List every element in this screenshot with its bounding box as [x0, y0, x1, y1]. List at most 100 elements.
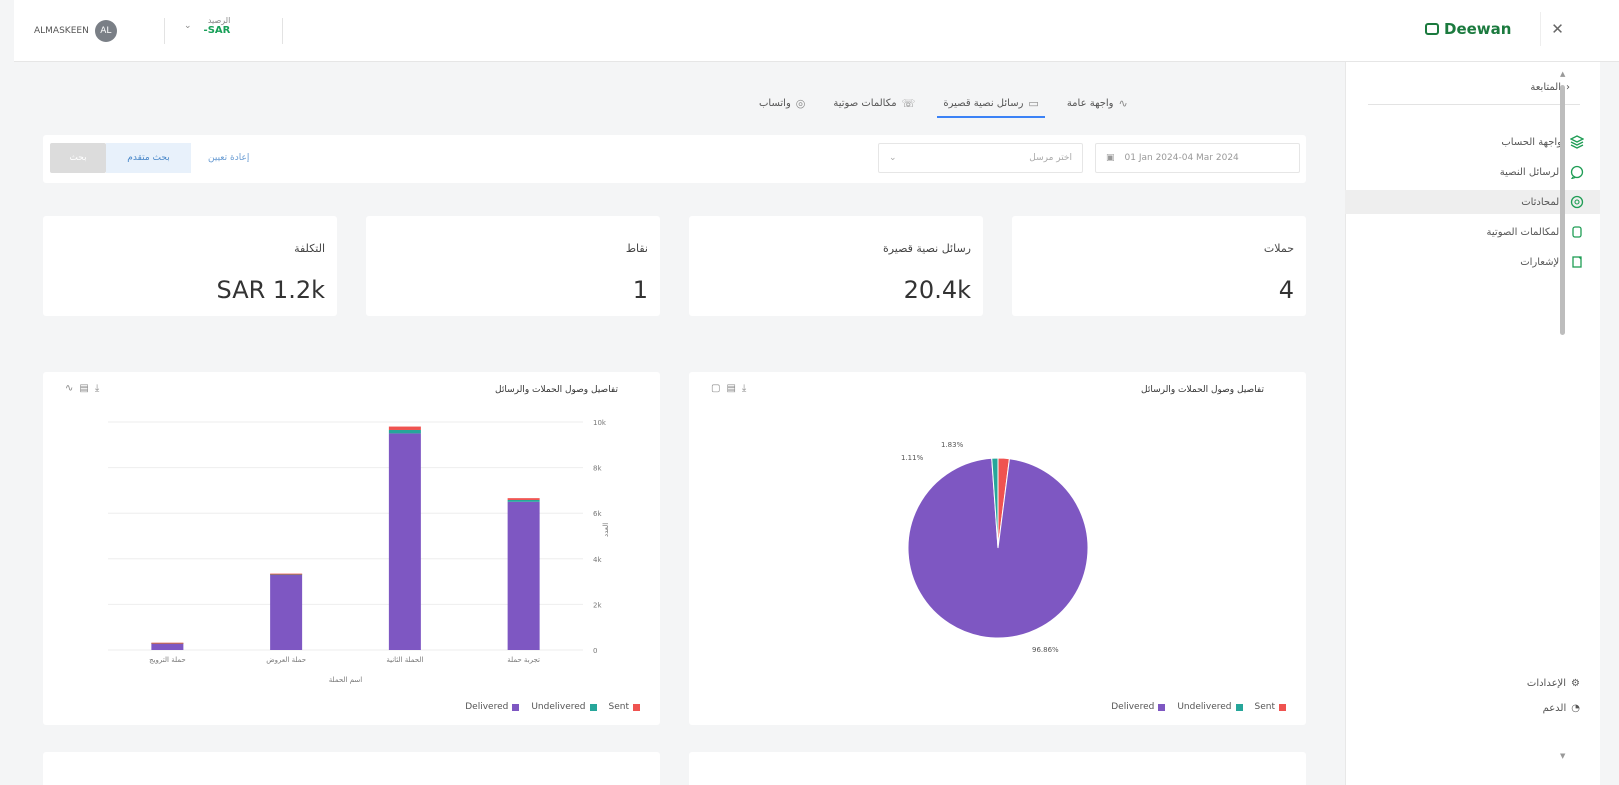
sidebar-item-voice[interactable]: المكالمات الصوتية — [1359, 220, 1584, 244]
tab-sms[interactable]: ▭ رسائل نصية قصيرة — [929, 90, 1052, 118]
tab-voice[interactable]: ☏ مكالمات صوتية — [819, 90, 929, 116]
channel-tabs: ∿ واجهة عامة ▭ رسائل نصية قصيرة ☏ مكالما… — [745, 90, 1142, 118]
tab-label: رسائل نصية قصيرة — [943, 97, 1024, 109]
legend-label: Delivered — [1111, 702, 1155, 712]
legend-item[interactable]: Delivered — [1111, 702, 1166, 712]
calendar-icon: ▣ — [1106, 153, 1115, 163]
chevron-left-icon: ‹ — [1566, 82, 1570, 93]
pie-label-undelivered: 1.11% — [901, 454, 924, 462]
stat-label: حملات — [1263, 242, 1294, 255]
chart-legend: Sent Undelivered Delivered — [1111, 702, 1286, 712]
document-icon — [1570, 255, 1584, 269]
close-button[interactable]: ✕ — [1540, 12, 1574, 46]
help-icon: ◔ — [1571, 703, 1580, 714]
back-label: المتابعة — [1530, 82, 1561, 93]
pie-label-sent: 1.83% — [941, 441, 964, 449]
legend-swatch — [1279, 703, 1286, 711]
avatar: AL — [94, 20, 117, 42]
filter-bar: بحث بحث متقدم إعادة تعيين ⌄ اختر مرسل ▣ … — [43, 135, 1306, 183]
legend-label: Sent — [1254, 702, 1275, 712]
legend-item[interactable]: Delivered — [465, 702, 520, 712]
settings-label: الإعدادات — [1526, 678, 1567, 689]
balance-widget[interactable]: ⌄ الرصيد -SAR — [184, 16, 230, 36]
deewan-logo-icon — [1425, 23, 1439, 35]
bar-undelivered — [507, 499, 540, 502]
advanced-search-button[interactable]: بحث متقدم — [106, 143, 191, 173]
reset-link[interactable]: إعادة تعيين — [208, 153, 249, 163]
x-tick-label: الحملة الثانية — [386, 656, 423, 664]
y-tick-label: 4k — [593, 556, 602, 564]
tab-overview[interactable]: ∿ واجهة عامة — [1053, 90, 1142, 116]
bar-sent — [388, 426, 421, 430]
brand-logo: Deewan — [1425, 20, 1511, 38]
legend-item[interactable]: Undelivered — [1177, 702, 1243, 712]
scrollbar-thumb[interactable] — [1560, 85, 1565, 335]
legend-label: Sent — [608, 702, 629, 712]
search-button[interactable]: بحث — [50, 143, 106, 173]
stat-value: 4 — [1278, 276, 1294, 304]
stat-card-campaigns: حملات 4 — [1012, 216, 1306, 316]
tab-whatsapp[interactable]: ◎ واتساب — [745, 90, 819, 116]
sidebar-item-notifications[interactable]: الإشعارات — [1359, 250, 1584, 274]
sidebar-item-label: المكالمات الصوتية — [1486, 226, 1562, 238]
tab-label: واجهة عامة — [1066, 97, 1114, 109]
brand-name: Deewan — [1444, 20, 1512, 38]
bar-chart-panel: ∿ ▤ ⤓ تفاصيل وصول الحملات والرسائل 0 2k 4k… — [43, 372, 660, 725]
stat-card-sms: رسائل نصية قصيرة 20.4k — [689, 216, 983, 316]
bar-delivered — [270, 574, 303, 650]
account-switcher[interactable]: ALMASKEEN AL — [34, 20, 117, 42]
scroll-up-arrow[interactable]: ▲ — [1560, 70, 1565, 78]
layers-icon — [1570, 135, 1584, 149]
support-label: الدعم — [1542, 703, 1567, 714]
x-tick-label: حملة الترويج — [149, 656, 186, 664]
pie-chart-panel: ▢ ▤ ⤓ تفاصيل وصول الحملات والرسائل 1.83%… — [689, 372, 1306, 725]
chat-bubble-icon — [1570, 165, 1584, 179]
bar-sent — [151, 642, 184, 644]
settings-link[interactable]: ⚙ الإعدادات — [1500, 678, 1580, 689]
balance-value: -SAR — [203, 25, 231, 36]
sidebar-nav: واجهة الحساب الرسائل النصية المحادثات ال… — [1345, 130, 1600, 280]
legend-swatch — [633, 703, 640, 711]
chevron-down-icon: ⌄ — [184, 21, 192, 31]
sms-icon: ▭ — [1028, 96, 1039, 110]
sidebar-item-dashboard[interactable]: واجهة الحساب — [1359, 130, 1584, 154]
legend-label: Undelivered — [531, 702, 586, 712]
whatsapp-icon — [1570, 195, 1584, 209]
y-axis-label: العدد — [602, 523, 610, 537]
chart-legend: Sent Undelivered Delivered — [465, 702, 640, 712]
stat-card-cost: التكلفة SAR 1.2k — [43, 216, 337, 316]
chart-icon: ∿ — [1118, 96, 1128, 110]
bar-chart: 0 2k 4k 6k 8k 10k العدد تجربة حملة الحملة الثاني… — [108, 419, 610, 684]
sender-select[interactable]: ⌄ اختر مرسل — [878, 143, 1083, 173]
sidebar-item-label: واجهة الحساب — [1501, 136, 1562, 148]
legend-item[interactable]: Sent — [609, 702, 640, 712]
chart-panel-partial — [689, 752, 1306, 785]
sidebar-item-label: الرسائل النصية — [1499, 166, 1562, 178]
date-range-value: 01 Jan 2024-04 Mar 2024 — [1124, 153, 1239, 163]
bar-delivered — [388, 433, 421, 650]
y-tick-label: 6k — [593, 510, 602, 518]
sidebar-item-sms[interactable]: الرسائل النصية — [1359, 160, 1584, 184]
close-icon: ✕ — [1551, 20, 1564, 38]
x-tick-label: حملة العروض — [266, 656, 306, 664]
scroll-down-arrow[interactable]: ▼ — [1560, 752, 1565, 760]
divider — [282, 18, 283, 44]
phone-icon: ☏ — [901, 96, 916, 110]
y-tick-label: 2k — [593, 601, 602, 609]
legend-item[interactable]: Sent — [1255, 702, 1286, 712]
legend-swatch — [1158, 703, 1166, 711]
y-tick-label: 8k — [593, 465, 602, 473]
chevron-down-icon: ⌄ — [889, 153, 897, 163]
stat-label: نقاط — [625, 242, 648, 255]
bar-undelivered — [388, 429, 421, 434]
legend-swatch — [512, 703, 520, 711]
support-link[interactable]: ◔ الدعم — [1500, 703, 1580, 714]
date-range-picker[interactable]: ▣ 01 Jan 2024-04 Mar 2024 — [1095, 143, 1300, 173]
tab-label: واتساب — [759, 97, 791, 109]
phone-icon — [1570, 225, 1584, 239]
top-bar: ALMASKEEN AL ⌄ الرصيد -SAR Deewan ✕ — [14, 0, 1619, 62]
balance-label: الرصيد — [207, 16, 231, 25]
legend-item[interactable]: Undelivered — [531, 702, 597, 712]
bar-sent — [507, 498, 540, 500]
stat-label: رسائل نصية قصيرة — [882, 242, 971, 255]
